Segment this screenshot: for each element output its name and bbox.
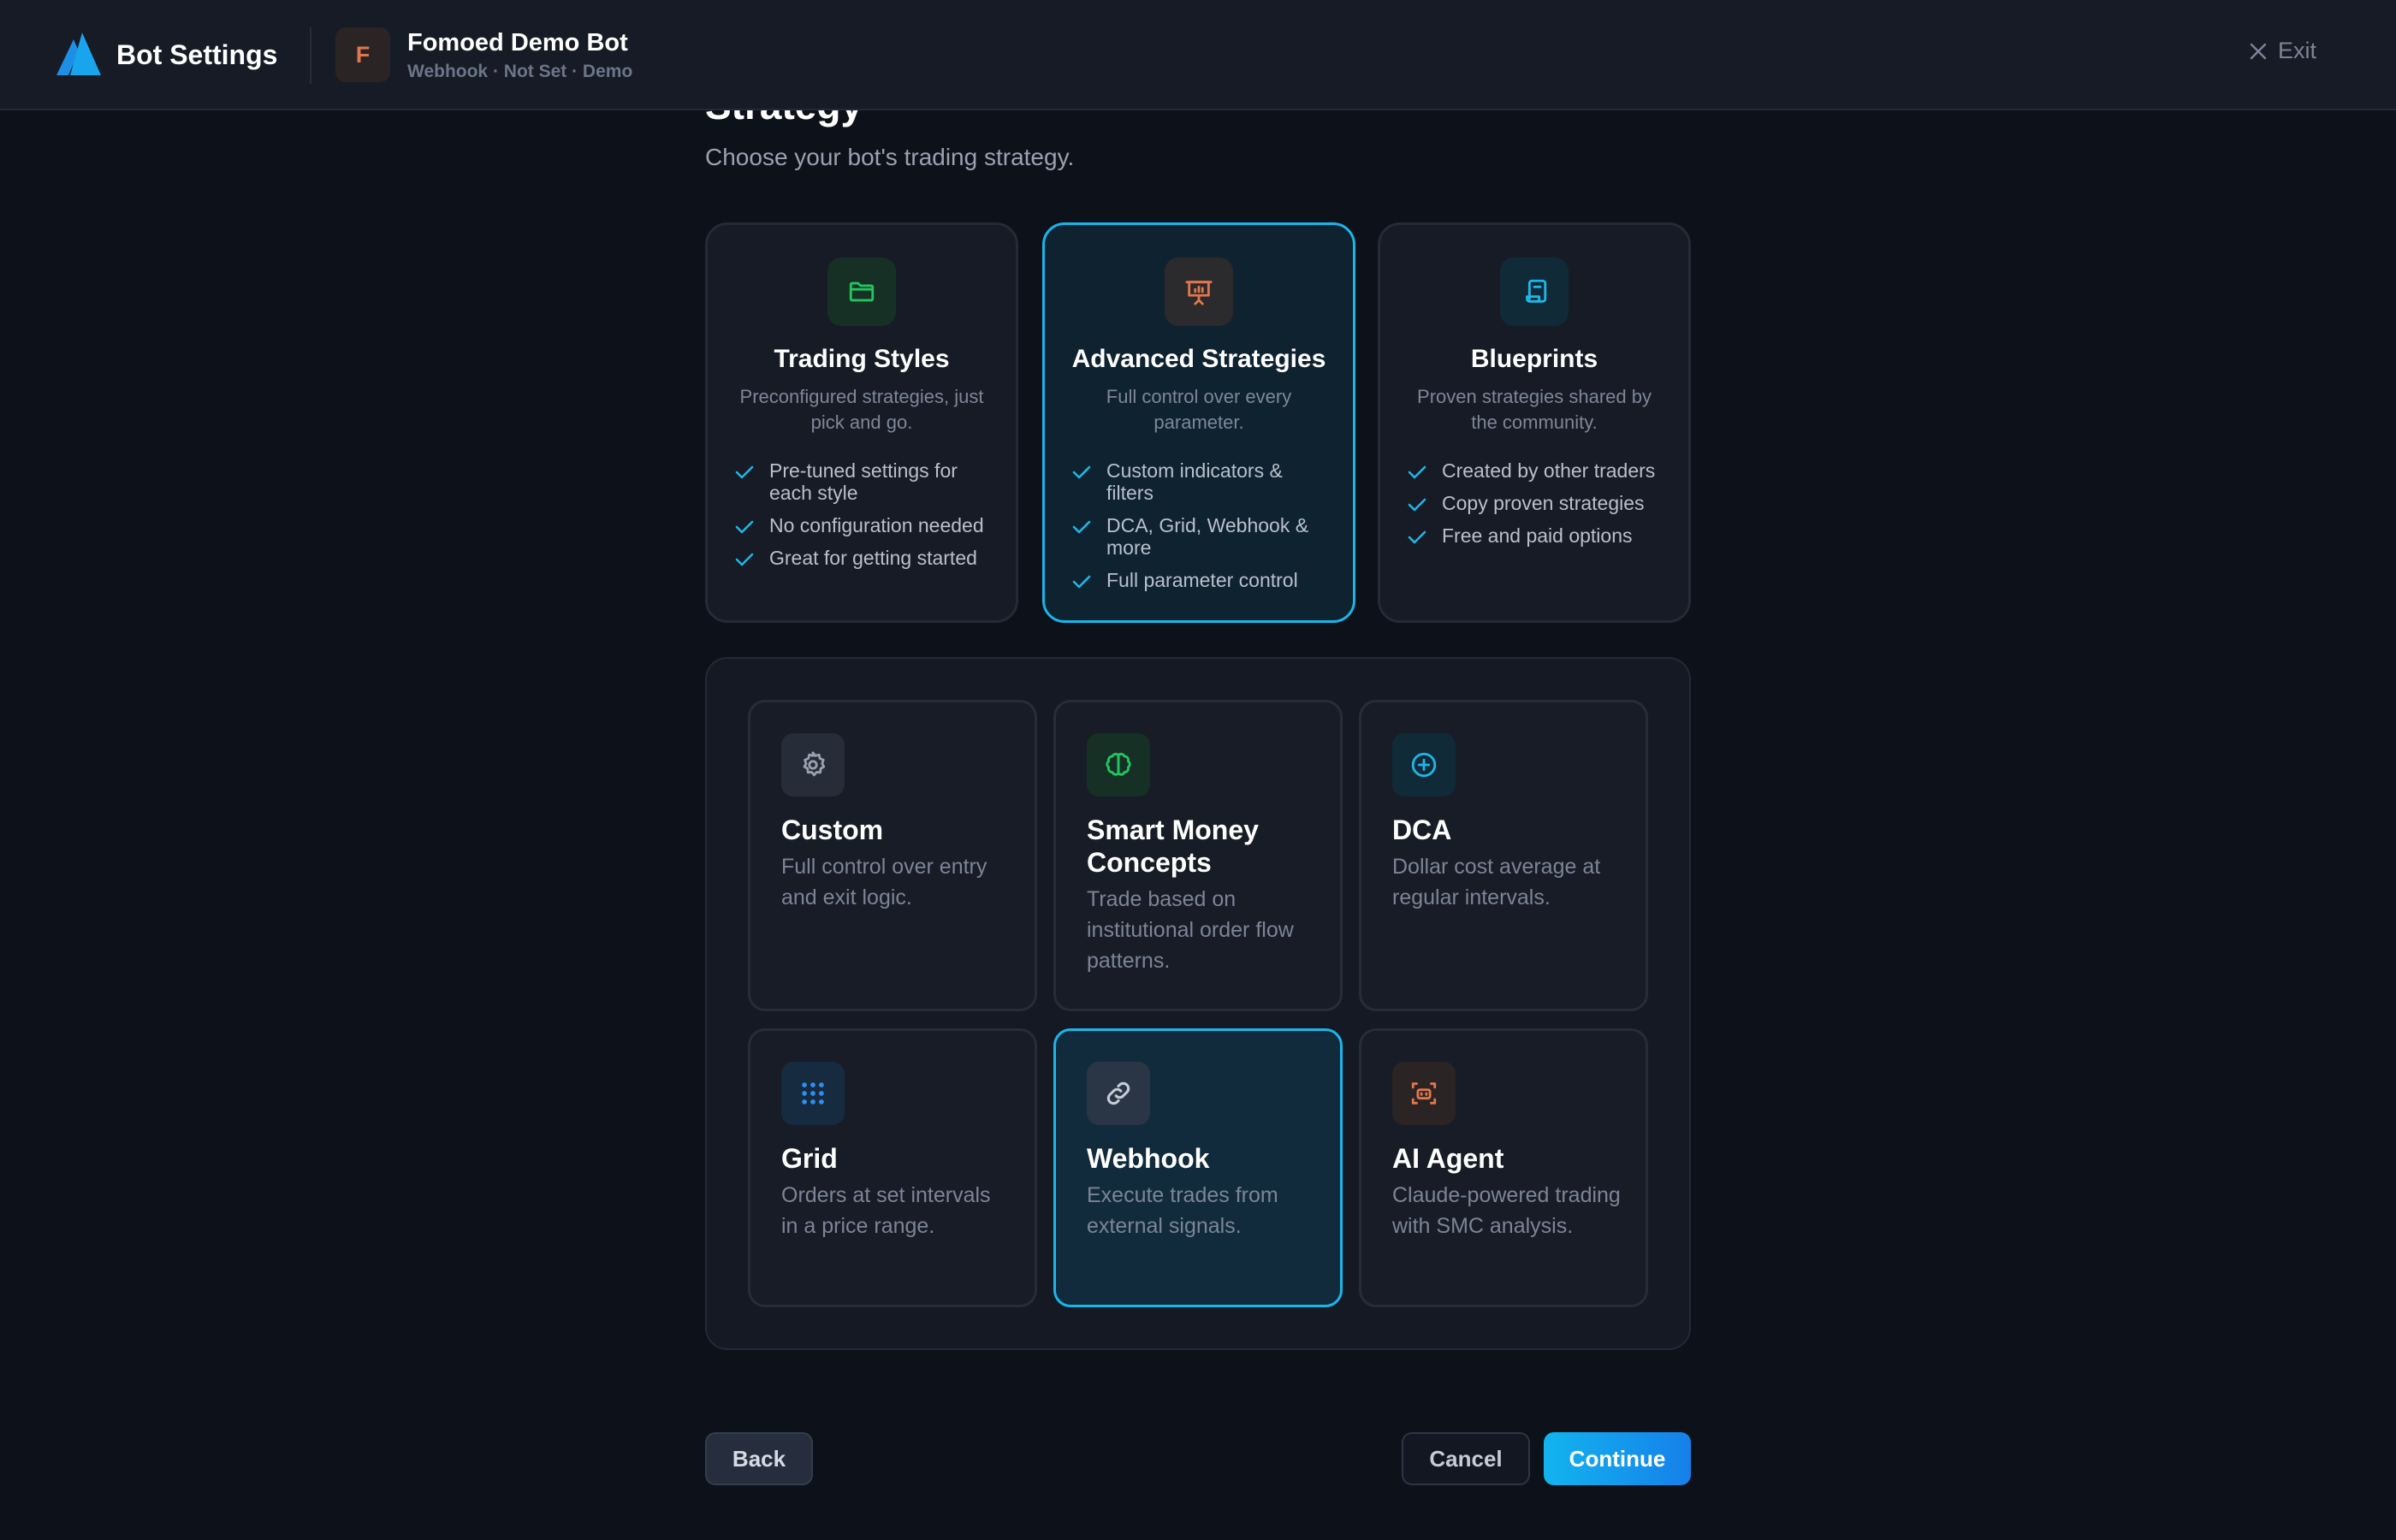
scroll-icon — [1500, 258, 1569, 326]
mode-card-advanced-strategies[interactable]: Advanced Strategies Full control over ev… — [1042, 222, 1355, 623]
check-icon — [1072, 575, 1091, 589]
bot-avatar: F — [335, 27, 390, 82]
feature-list: Custom indicators & filters DCA, Grid, W… — [1072, 459, 1332, 601]
check-icon — [1072, 465, 1091, 479]
mode-card-trading-styles[interactable]: Trading Styles Preconfigured strategies,… — [705, 222, 1018, 623]
cancel-button[interactable]: Cancel — [1402, 1432, 1530, 1485]
strategy-card-webhook[interactable]: Webhook Execute trades from external sig… — [1053, 1028, 1343, 1307]
mode-title: Trading Styles — [774, 345, 950, 373]
feature-list: Created by other traders Copy proven str… — [1408, 459, 1668, 557]
strategy-card-ai-agent[interactable]: AI Agent Claude-powered trading with SMC… — [1359, 1028, 1648, 1307]
plus-circle-icon — [1392, 733, 1456, 797]
exit-label: Exit — [2278, 38, 2317, 63]
strategy-description: Orders at set intervals in a price range… — [781, 1183, 991, 1238]
check-icon — [735, 553, 754, 566]
back-button[interactable]: Back — [705, 1432, 813, 1485]
bot-meta: Webhook · Not Set · Demo — [407, 62, 633, 81]
grid-dots-icon — [781, 1062, 845, 1125]
strategy-card-smart-money-concepts[interactable]: Smart Money Concepts Trade based on inst… — [1053, 700, 1343, 1011]
feature-item: Full parameter control — [1072, 569, 1332, 591]
feature-list: Pre-tuned settings for each style No con… — [735, 459, 995, 579]
strategy-description: Claude-powered trading with SMC analysis… — [1392, 1183, 1621, 1238]
strategy-description: Trade based on institutional order flow … — [1087, 887, 1294, 973]
strategy-title: DCA — [1392, 814, 1452, 845]
feature-item: No configuration needed — [735, 514, 995, 536]
folder-icon — [827, 258, 896, 326]
check-icon — [1408, 530, 1426, 544]
mode-title: Blueprints — [1470, 345, 1598, 373]
continue-button[interactable]: Continue — [1544, 1432, 1691, 1485]
strategy-description: Execute trades from external signals. — [1087, 1183, 1278, 1238]
brand: Bot Settings — [56, 33, 277, 75]
exit-button[interactable]: Exit — [2249, 38, 2316, 64]
strategy-card-custom[interactable]: Custom Full control over entry and exit … — [748, 700, 1037, 1011]
strategy-title: Grid — [781, 1143, 838, 1174]
feature-item: Pre-tuned settings for each style — [735, 459, 995, 504]
feature-item: Created by other traders — [1408, 459, 1668, 482]
strategy-title: Webhook — [1087, 1143, 1210, 1174]
check-icon — [1408, 465, 1426, 479]
check-icon — [1408, 498, 1426, 512]
logo-icon — [56, 33, 101, 75]
feature-item: DCA, Grid, Webhook & more — [1072, 514, 1332, 559]
close-icon — [2250, 43, 2267, 59]
bot-name: Fomoed Demo Bot — [407, 29, 628, 56]
top-header: Bot Settings F Fomoed Demo Bot Webhook ·… — [0, 0, 2396, 110]
strategy-panel: Custom Full control over entry and exit … — [705, 657, 1691, 1350]
feature-item: Custom indicators & filters — [1072, 459, 1332, 504]
mode-description: Preconfigured strategies, just pick and … — [739, 386, 984, 433]
strategy-card-grid[interactable]: Grid Orders at set intervals in a price … — [748, 1028, 1037, 1307]
gear-icon — [781, 733, 845, 797]
link-icon — [1087, 1062, 1150, 1125]
mode-card-blueprints[interactable]: Blueprints Proven strategies shared by t… — [1378, 222, 1691, 623]
page-subtitle: Choose your bot's trading strategy. — [705, 144, 1075, 170]
strategy-card-dca[interactable]: DCA Dollar cost average at regular inter… — [1359, 700, 1648, 1011]
strategy-title: Smart Money Concepts — [1087, 814, 1259, 878]
check-icon — [735, 520, 754, 534]
strategy-title: AI Agent — [1392, 1143, 1504, 1174]
feature-item: Free and paid options — [1408, 524, 1668, 547]
check-icon — [735, 465, 754, 479]
strategy-description: Dollar cost average at regular intervals… — [1392, 855, 1601, 909]
strategy-title: Custom — [781, 814, 884, 845]
header-divider — [310, 27, 311, 84]
app-title: Bot Settings — [116, 39, 278, 70]
mode-title: Advanced Strategies — [1071, 345, 1326, 373]
feature-item: Copy proven strategies — [1408, 492, 1668, 514]
mode-description: Full control over every parameter. — [1106, 386, 1292, 433]
robot-icon — [1392, 1062, 1456, 1125]
feature-item: Great for getting started — [735, 547, 995, 569]
presentation-chart-icon — [1165, 258, 1233, 326]
check-icon — [1072, 520, 1091, 534]
strategy-description: Full control over entry and exit logic. — [781, 855, 987, 909]
mode-description: Proven strategies shared by the communit… — [1417, 386, 1652, 433]
brain-icon — [1087, 733, 1150, 797]
